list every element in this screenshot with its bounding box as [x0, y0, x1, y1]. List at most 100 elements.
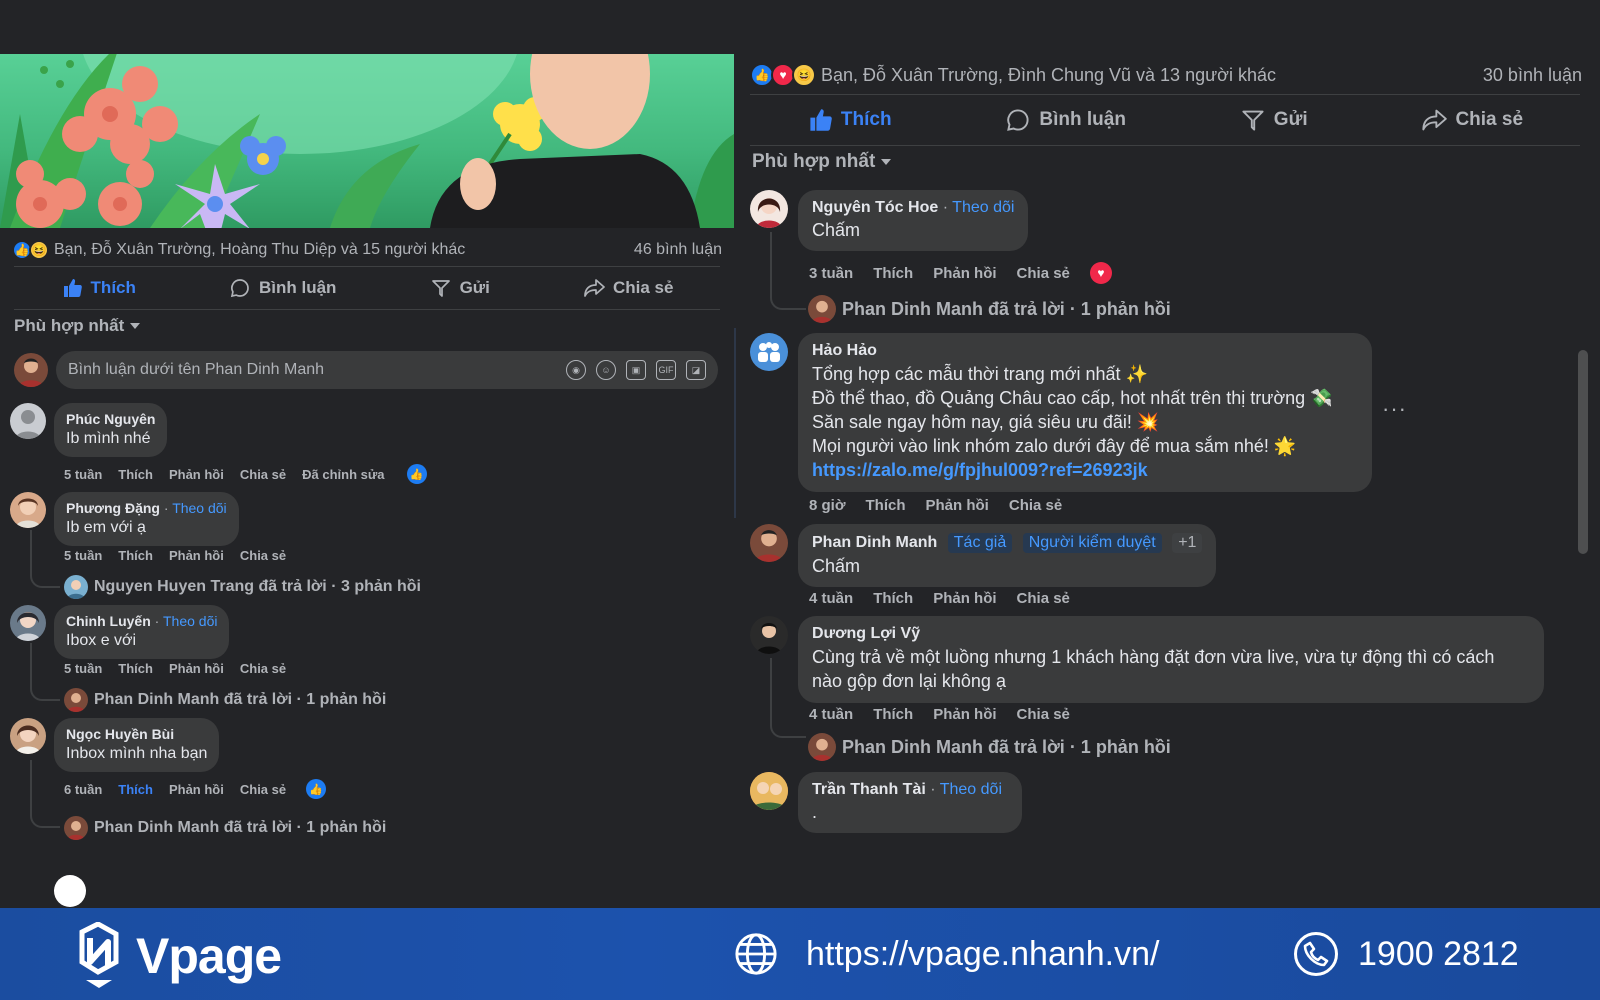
comment-share-button[interactable]: Chia sẻ — [240, 661, 286, 676]
avatar[interactable] — [750, 616, 788, 654]
avatar[interactable] — [10, 492, 46, 528]
follow-link[interactable]: Theo dõi — [172, 500, 226, 516]
comment-author[interactable]: Dương Lợi Vỹ — [812, 625, 1530, 643]
send-button[interactable]: Gửi — [1240, 107, 1308, 133]
comment-text: Cùng trả về một luồng nhưng 1 khách hàng… — [812, 645, 1530, 693]
comment-share-button[interactable]: Chia sẻ — [1017, 265, 1070, 282]
like-button[interactable]: Thích — [807, 107, 892, 133]
avatar[interactable] — [10, 605, 46, 641]
zalo-link[interactable]: https://zalo.me/g/fpjhul009?ref=26923jk — [812, 458, 1358, 482]
camera-icon[interactable]: ▣ — [626, 360, 646, 380]
comment-reply-button[interactable]: Phản hồi — [169, 467, 224, 482]
sort-dropdown[interactable]: Phù hợp nhất — [752, 151, 892, 173]
comment-time[interactable]: 6 tuần — [64, 782, 102, 797]
share-icon — [1421, 107, 1448, 133]
comment-like-button[interactable]: Thích — [873, 706, 913, 723]
comment-count[interactable]: 46 bình luận — [634, 241, 722, 259]
comment-author[interactable]: Ngọc Huyền Bùi — [66, 726, 207, 742]
comment-reply-button[interactable]: Phản hồi — [169, 782, 224, 797]
comment-reply-button[interactable]: Phản hồi — [169, 548, 224, 563]
avatar[interactable] — [750, 524, 788, 562]
scrollbar[interactable] — [1578, 350, 1588, 554]
follow-link[interactable]: Theo dõi — [952, 199, 1014, 216]
share-button[interactable]: Chia sẻ — [583, 277, 673, 299]
comment-button[interactable]: Bình luận — [229, 277, 336, 299]
comment-like-button[interactable]: Thích — [866, 497, 906, 514]
avatar[interactable] — [750, 333, 788, 371]
share-label: Chia sẻ — [1455, 109, 1524, 130]
comment-like-button[interactable]: Thích — [118, 467, 153, 482]
avatar[interactable] — [10, 718, 46, 754]
more-options-icon[interactable]: ··· — [1382, 396, 1407, 422]
comment-author[interactable]: Chinh Luyến — [66, 613, 151, 629]
comment-time[interactable]: 4 tuần — [809, 706, 853, 723]
avatar[interactable] — [750, 190, 788, 228]
comment-time[interactable]: 5 tuần — [64, 467, 102, 482]
share-button[interactable]: Chia sẻ — [1421, 107, 1523, 133]
comment-reply-button[interactable]: Phản hồi — [933, 590, 996, 607]
reactions-summary[interactable]: 👍 ♥ 😆 Bạn, Đỗ Xuân Trường, Đình Chung Vũ… — [750, 61, 1582, 89]
avatar-sticker-icon[interactable]: ◉ — [566, 360, 586, 380]
comment-author[interactable]: Hảo Hảo — [812, 342, 1358, 360]
comment-share-button[interactable]: Chia sẻ — [240, 548, 286, 563]
comment-reply-button[interactable]: Phản hồi — [169, 661, 224, 676]
comment-like-button[interactable]: Thích — [873, 590, 913, 607]
gif-icon[interactable]: GIF — [656, 360, 676, 380]
more-badges[interactable]: +1 — [1172, 533, 1203, 553]
comment-time[interactable]: 4 tuần — [809, 590, 853, 607]
view-replies-link[interactable]: Phan Dinh Manh đã trả lời · 1 phản hồi — [808, 733, 1171, 761]
author-badge: Tác giả — [947, 533, 1013, 553]
comment-share-button[interactable]: Chia sẻ — [240, 467, 286, 482]
sticker-icon[interactable]: ◪ — [686, 360, 706, 380]
comment-author[interactable]: Phương Đặng — [66, 500, 160, 516]
comment-time[interactable]: 8 giờ — [809, 497, 846, 514]
comment-count[interactable]: 30 bình luận — [1483, 65, 1582, 86]
view-replies-link[interactable]: Nguyen Huyen Trang đã trả lời · 3 phản h… — [64, 575, 421, 599]
comment-author[interactable]: Phúc Nguyên — [66, 411, 155, 427]
comment-reply-button[interactable]: Phản hồi — [933, 706, 996, 723]
comment-author[interactable]: Phan Dinh Manh — [812, 534, 937, 551]
comment-bubble-icon — [229, 277, 251, 299]
like-reaction-icon[interactable]: 👍 — [406, 464, 427, 484]
avatar[interactable] — [14, 353, 48, 387]
follow-link[interactable]: Theo dõi — [940, 781, 1002, 798]
reactions-summary[interactable]: 👍 😆 Bạn, Đỗ Xuân Trường, Hoàng Thu Diệp … — [12, 238, 722, 262]
hotline[interactable]: 1900 2812 — [1294, 932, 1519, 976]
comment-reply-button[interactable]: Phản hồi — [933, 265, 996, 282]
like-button[interactable]: Thích — [61, 277, 136, 299]
view-replies-link[interactable]: Phan Dinh Manh đã trả lời · 1 phản hồi — [808, 295, 1171, 323]
comment-time[interactable]: 5 tuần — [64, 661, 102, 676]
comment-share-button[interactable]: Chia sẻ — [240, 782, 286, 797]
follow-link[interactable]: Theo dõi — [163, 613, 217, 629]
view-replies-link[interactable]: Phan Dinh Manh đã trả lời · 1 phản hồi — [64, 816, 386, 840]
right-post-panel: 👍 ♥ 😆 Bạn, Đỗ Xuân Trường, Đình Chung Vũ… — [736, 0, 1600, 908]
website-link[interactable]: https://vpage.nhanh.vn/ — [734, 932, 1159, 976]
comment-like-button[interactable]: Thích — [873, 265, 913, 282]
haha-reaction-icon: 😆 — [792, 63, 816, 87]
comment-like-button[interactable]: Thích — [118, 548, 153, 563]
post-image[interactable] — [0, 54, 734, 228]
sort-dropdown[interactable]: Phù hợp nhất — [14, 316, 141, 336]
comment-time[interactable]: 5 tuần — [64, 548, 102, 563]
comment-button[interactable]: Bình luận — [1005, 107, 1126, 133]
view-replies-link[interactable]: Phan Dinh Manh đã trả lời · 1 phản hồi — [64, 688, 386, 712]
comment-placeholder: Bình luận dưới tên Phan Dinh Manh — [68, 361, 325, 378]
comment-item: Phan Dinh Manh Tác giả Người kiểm duyệt … — [750, 524, 1217, 587]
comment-time[interactable]: 3 tuần — [809, 265, 853, 282]
comment-like-button[interactable]: Thích — [118, 782, 153, 797]
comment-reply-button[interactable]: Phản hồi — [926, 497, 989, 514]
comment-share-button[interactable]: Chia sẻ — [1017, 590, 1070, 607]
comment-share-button[interactable]: Chia sẻ — [1009, 497, 1062, 514]
comment-share-button[interactable]: Chia sẻ — [1017, 706, 1070, 723]
love-reaction-icon[interactable]: ♥ — [1089, 262, 1112, 284]
emoji-icon[interactable]: ☺ — [596, 360, 616, 380]
avatar[interactable] — [10, 403, 46, 439]
comment-author[interactable]: Trần Thanh Tài — [812, 781, 926, 798]
send-button[interactable]: Gửi — [430, 277, 490, 299]
comment-author[interactable]: Nguyên Tóc Hoe — [812, 199, 938, 216]
avatar[interactable] — [750, 772, 788, 810]
like-reaction-icon[interactable]: 👍 — [306, 779, 327, 799]
comment-like-button[interactable]: Thích — [118, 661, 153, 676]
send-icon — [1240, 107, 1266, 133]
comment-input[interactable]: Bình luận dưới tên Phan Dinh Manh ◉ ☺ ▣ … — [56, 351, 718, 389]
